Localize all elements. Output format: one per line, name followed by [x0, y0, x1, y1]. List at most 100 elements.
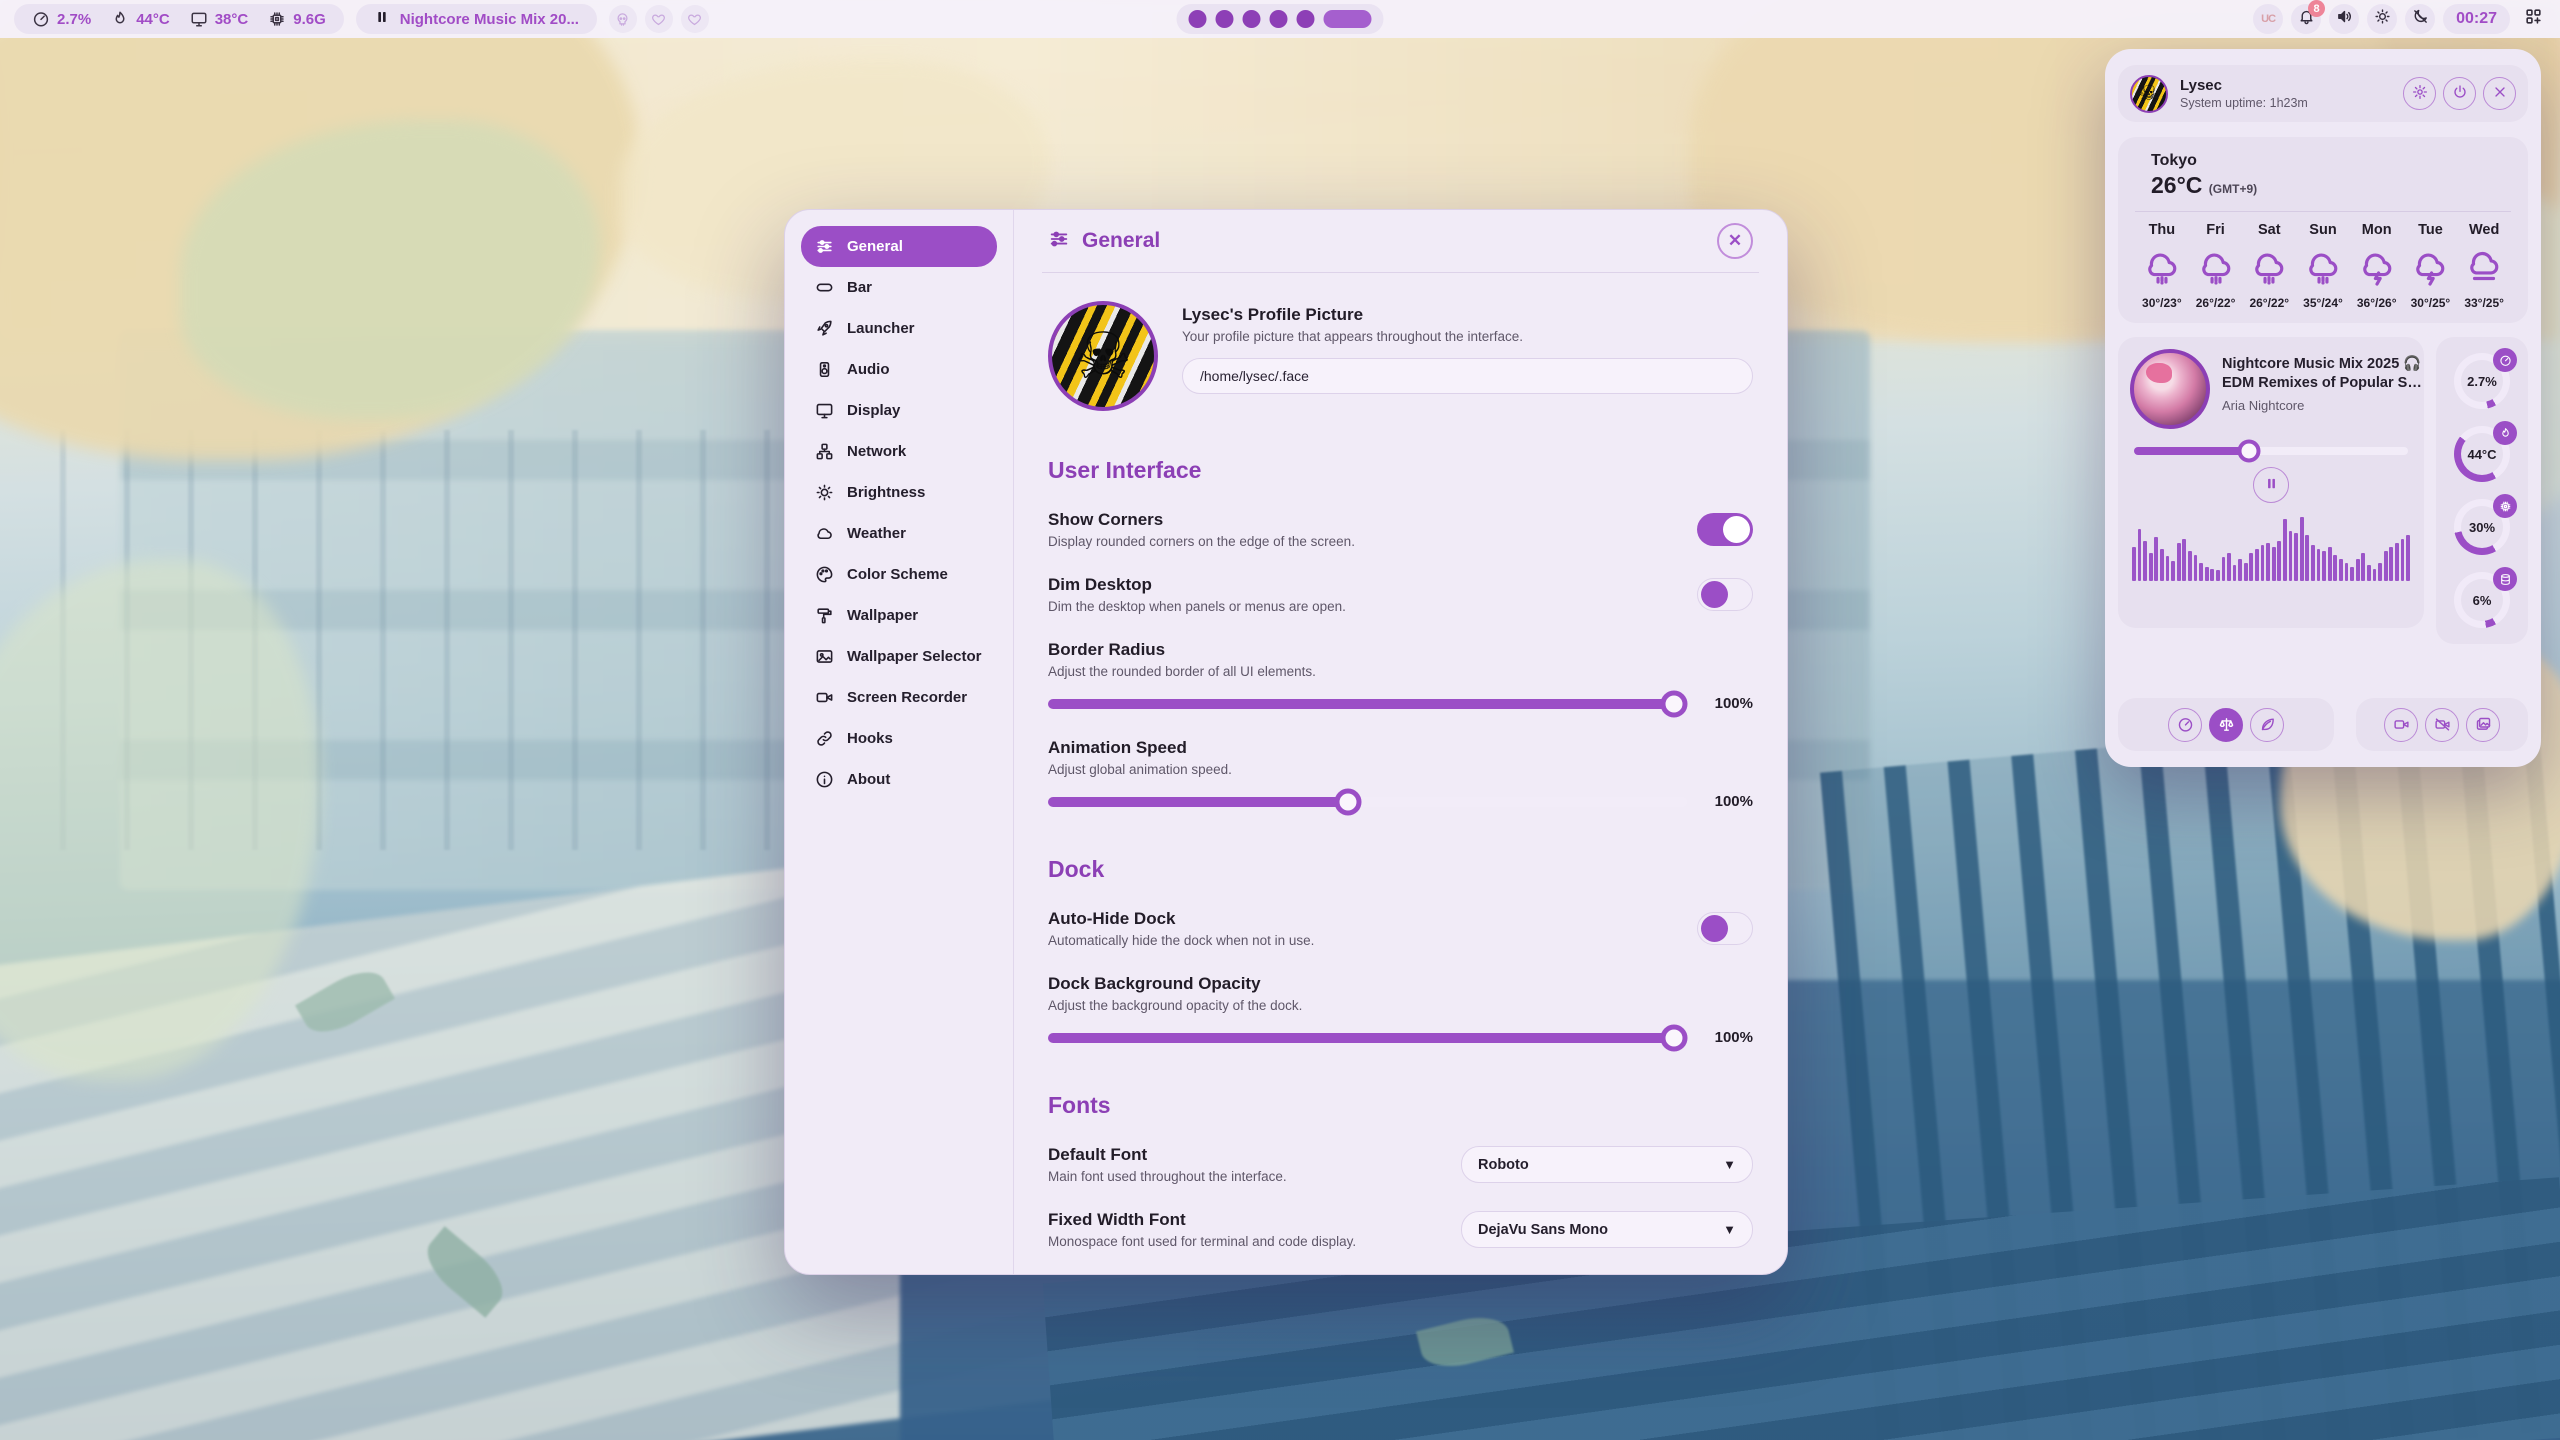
workspace-dot[interactable] [1270, 10, 1288, 28]
sidebar-item-weather[interactable]: Weather [801, 513, 997, 554]
show-corners-toggle[interactable] [1697, 513, 1753, 546]
gauge-action-button[interactable] [2168, 708, 2202, 742]
visualizer-bar [2305, 535, 2309, 581]
workspace-active[interactable] [1324, 10, 1372, 28]
border-radius-slider[interactable] [1048, 699, 1687, 709]
sidebar-item-color-scheme[interactable]: Color Scheme [801, 554, 997, 595]
clock[interactable]: 00:27 [2443, 4, 2510, 34]
visualizer-bar [2272, 547, 2276, 581]
sidebar-item-launcher[interactable]: Launcher [801, 308, 997, 349]
sidebar-item-wallpaper[interactable]: Wallpaper [801, 595, 997, 636]
sidebar-item-display[interactable]: Display [801, 390, 997, 431]
video-action-button[interactable] [2384, 708, 2418, 742]
visualizer-bar [2149, 553, 2153, 581]
workspace-dot[interactable] [1297, 10, 1315, 28]
visualizer-bar [2322, 551, 2326, 581]
sidebar-item-wallpaper-selector[interactable]: Wallpaper Selector [801, 636, 997, 677]
visualizer-bar [2328, 547, 2332, 581]
desktop: 2.7%44°C38°C9.6G Nightcore Music Mix 20.… [0, 0, 2560, 1440]
forecast-temps: 36°/26° [2350, 296, 2404, 310]
visualizer-bar [2255, 549, 2259, 581]
sidebar-item-about[interactable]: About [801, 759, 997, 800]
visualizer-bar [2227, 553, 2231, 581]
visualizer-bar [2238, 559, 2242, 581]
visualizer-bar [2199, 563, 2203, 581]
monitor-icon [815, 401, 834, 420]
chevron-down-icon: ▼ [1723, 1157, 1736, 1172]
user-avatar: ☠ [2130, 75, 2168, 113]
gear-icon [2412, 84, 2428, 103]
visualizer-bar [2160, 549, 2164, 581]
app-launcher-button[interactable] [2518, 4, 2548, 34]
settings-button[interactable] [2403, 77, 2436, 110]
heart-quick-button[interactable] [681, 5, 709, 33]
dim-desktop-toggle[interactable] [1697, 578, 1753, 611]
visualizer-bar [2182, 539, 2186, 581]
night-mode-button[interactable] [2405, 4, 2435, 34]
workspace-dot[interactable] [1216, 10, 1234, 28]
settings-window: GeneralBar Launcher Audio Display NetworkBri… [784, 209, 1788, 1275]
roller-icon [815, 606, 834, 625]
workspace-dot[interactable] [1243, 10, 1261, 28]
media-pill[interactable]: Nightcore Music Mix 20... [356, 4, 597, 34]
profile-path-input[interactable] [1182, 358, 1753, 394]
forecast-day-sat: Sat26°/22° [2242, 222, 2296, 310]
panel-close-button[interactable] [2483, 77, 2516, 110]
sidebar-item-general[interactable]: General [801, 226, 997, 267]
slider-knob[interactable] [1661, 690, 1688, 717]
pause-button[interactable] [2253, 467, 2289, 503]
sidebar-item-bar[interactable]: Bar [801, 267, 997, 308]
monitor-stat: 38°C [190, 10, 249, 28]
animation-speed-slider[interactable] [1048, 797, 1687, 807]
system-gauges-card: 2.7%44°C30%6% [2436, 337, 2528, 644]
gallery-action-button[interactable] [2466, 708, 2500, 742]
dock-opacity-label: Dock Background Opacity [1048, 974, 1753, 994]
stat-value: 44°C [136, 11, 170, 28]
sidebar-item-hooks[interactable]: Hooks [801, 718, 997, 759]
notifications-button[interactable]: 8 [2291, 4, 2321, 34]
sidebar-item-network[interactable]: Network [801, 431, 997, 472]
visualizer-bar [2289, 531, 2293, 581]
default-font-select[interactable]: Roboto ▼ [1461, 1146, 1753, 1183]
slider-knob[interactable] [1661, 1024, 1688, 1051]
visualizer-bar [2154, 537, 2158, 581]
power-button[interactable] [2443, 77, 2476, 110]
tray-app-button[interactable]: UC [2253, 4, 2283, 34]
weather-timezone: (GMT+9) [2209, 182, 2257, 196]
skull-quick-button[interactable] [609, 5, 637, 33]
section-dock: Dock [1048, 856, 1753, 883]
close-button[interactable]: ✕ [1717, 223, 1753, 259]
image-icon [815, 647, 834, 666]
flame-icon [111, 10, 129, 28]
sidebar-item-label: Display [847, 402, 900, 419]
auto-hide-dock-toggle[interactable] [1697, 912, 1753, 945]
leaf-action-button[interactable] [2250, 708, 2284, 742]
camoff-action-button[interactable] [2425, 708, 2459, 742]
fixed-font-select[interactable]: DejaVu Sans Mono ▼ [1461, 1211, 1753, 1248]
forecast-day-label: Wed [2457, 222, 2511, 238]
sidebar-item-screen-recorder[interactable]: Screen Recorder [801, 677, 997, 718]
sidebar-item-label: Launcher [847, 320, 915, 337]
sidebar-item-label: Weather [847, 525, 906, 542]
stat-value: 2.7% [57, 11, 91, 28]
brightness-button[interactable] [2367, 4, 2397, 34]
workspace-dot[interactable] [1189, 10, 1207, 28]
chevron-down-icon: ▼ [1723, 1222, 1736, 1237]
close-icon [2492, 84, 2508, 103]
track-progress-slider[interactable] [2134, 447, 2408, 455]
gauge-icon [2177, 716, 2194, 733]
slider-knob[interactable] [1335, 788, 1362, 815]
dock-opacity-slider[interactable] [1048, 1033, 1687, 1043]
fixed-font-description: Monospace font used for terminal and cod… [1048, 1234, 1461, 1249]
heart-quick-button[interactable] [645, 5, 673, 33]
dim-desktop-description: Dim the desktop when panels or menus are… [1048, 599, 1697, 614]
sidebar-item-brightness[interactable]: Brightness [801, 472, 997, 513]
visualizer-bar [2261, 545, 2265, 581]
notification-badge: 8 [2308, 0, 2325, 17]
sidebar-item-audio[interactable]: Audio [801, 349, 997, 390]
volume-button[interactable] [2329, 4, 2359, 34]
progress-knob[interactable] [2238, 440, 2261, 463]
scales-action-button[interactable] [2209, 708, 2243, 742]
visualizer-bar [2138, 529, 2142, 581]
rain-weather-icon [2296, 250, 2350, 288]
